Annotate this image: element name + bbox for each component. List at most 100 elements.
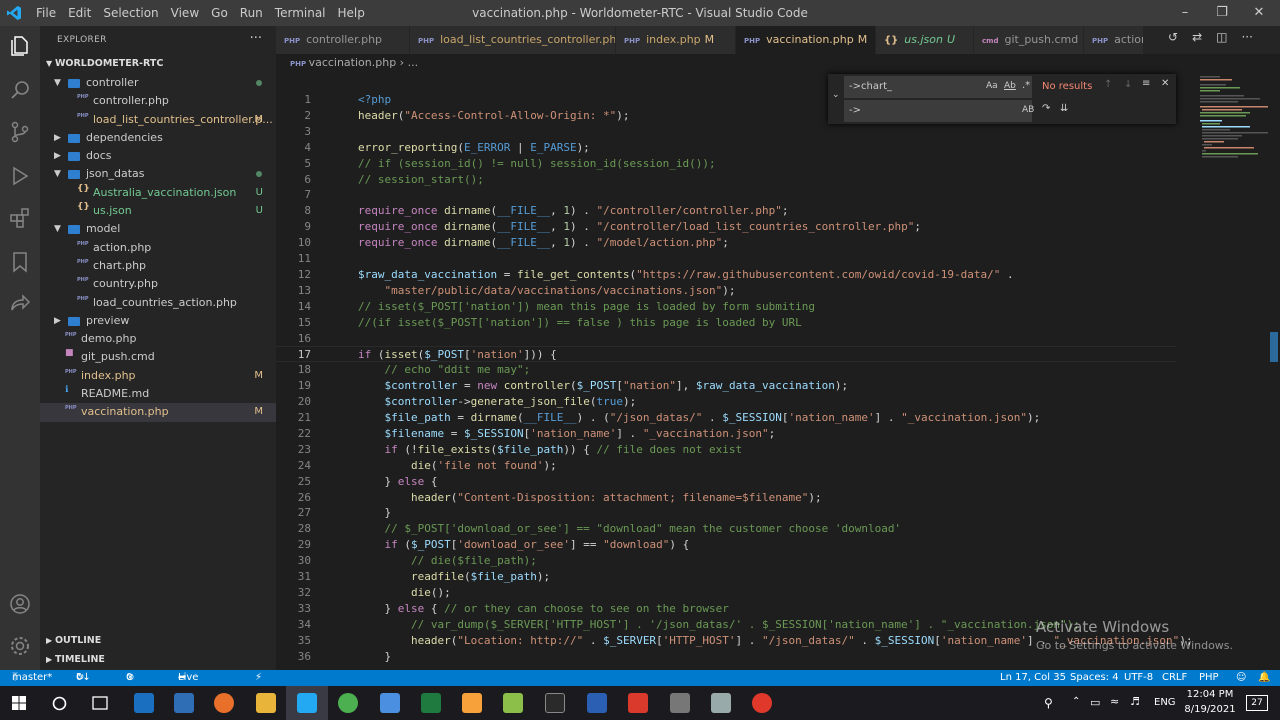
encoding[interactable]: UTF-8 <box>1124 670 1153 686</box>
virtualbox-icon[interactable] <box>380 693 400 713</box>
replace-all-icon[interactable]: ⇊ <box>1060 103 1068 114</box>
compare-icon[interactable]: ⇄ <box>1192 30 1202 50</box>
outline-section[interactable]: ▶ OUTLINE <box>40 631 101 651</box>
folder-item[interactable]: ▼ json_datas <box>40 165 276 183</box>
more-icon[interactable]: ··· <box>1241 30 1252 50</box>
code-line[interactable]: 28 // $_POST['download_or_see'] == "down… <box>276 521 1176 537</box>
acrobat-icon[interactable] <box>628 693 648 713</box>
replace-input[interactable]: -> <box>844 100 1032 122</box>
file-item[interactable]: PHP controller.php <box>40 92 276 110</box>
volume-icon[interactable]: ♬ <box>1130 695 1140 708</box>
file-item[interactable]: PHP load_countries_action.php <box>40 294 276 312</box>
store-icon[interactable] <box>174 693 194 713</box>
indentation[interactable]: Spaces: 4 <box>1070 670 1119 686</box>
file-item[interactable]: {} us.json U <box>40 202 276 220</box>
code-line[interactable]: 10 require_once dirname(__FILE__, 1) . "/… <box>276 235 1176 251</box>
notepad-icon[interactable] <box>711 693 731 713</box>
code-line[interactable]: 24 die('file not found'); <box>276 458 1176 474</box>
source-control-icon[interactable] <box>8 120 32 144</box>
code-line[interactable]: 8 require_once dirname(__FILE__, 1) . "/c… <box>276 203 1176 219</box>
folder-item[interactable]: ▼ controller <box>40 74 276 92</box>
file-item[interactable]: PHP country.php <box>40 275 276 293</box>
menu-help[interactable]: Help <box>332 0 371 26</box>
code-line[interactable]: 22 $filename = $_SESSION['nation_name'] … <box>276 426 1176 442</box>
edge-icon[interactable] <box>134 693 154 713</box>
extensions-icon[interactable] <box>8 206 32 230</box>
split-editor-icon[interactable]: ◫ <box>1216 30 1227 50</box>
file-item[interactable]: PHP load_list_countries_controller.p... M <box>40 111 276 129</box>
clock-date[interactable]: 8/19/2021 <box>1184 704 1236 715</box>
file-explorer-icon[interactable] <box>256 693 276 713</box>
excel-icon[interactable] <box>421 693 441 713</box>
code-line[interactable]: 6 // session_start(); <box>276 172 1176 188</box>
file-item[interactable]: {} Australia_vaccination.json U <box>40 184 276 202</box>
code-line[interactable]: 32 die(); <box>276 585 1176 601</box>
wifi-icon[interactable]: ≈ <box>1110 695 1119 708</box>
code-line[interactable]: 29 if ($_POST['download_or_see'] == "dow… <box>276 537 1176 553</box>
editor-tab[interactable]: PHP index.php M <box>616 26 736 54</box>
file-item[interactable]: PHP vaccination.php M <box>40 403 276 422</box>
language-indicator[interactable]: ENG <box>1154 697 1176 708</box>
code-line[interactable]: 11 <box>276 251 1176 267</box>
file-item[interactable]: PHP demo.php <box>40 330 276 348</box>
code-line[interactable]: 23 if (!file_exists($file_path)) { // fi… <box>276 442 1176 458</box>
recorder-icon[interactable] <box>752 693 772 713</box>
tray-chevron-icon[interactable]: ⌃ <box>1072 696 1080 707</box>
file-item[interactable]: PHP action.php <box>40 239 276 257</box>
code-line[interactable]: 20 $controller->generate_json_file(true)… <box>276 394 1176 410</box>
menu-go[interactable]: Go <box>205 0 234 26</box>
action-center-icon[interactable]: 27 <box>1246 695 1268 711</box>
code-line[interactable]: 15 //(if isset($_POST['nation']) == false… <box>276 315 1176 331</box>
code-line[interactable]: 7 <box>276 187 1176 203</box>
firefox-icon[interactable] <box>214 693 234 713</box>
vertical-scrollbar[interactable] <box>1268 74 1280 670</box>
breadcrumb-file[interactable]: vaccination.php <box>309 56 397 69</box>
more-actions-icon[interactable]: ··· <box>250 26 262 52</box>
file-item[interactable]: ℹ README.md <box>40 385 276 403</box>
explorer-icon[interactable] <box>8 34 32 58</box>
menu-run[interactable]: Run <box>234 0 269 26</box>
code-line[interactable]: 18 // echo "ddit me may"; <box>276 362 1176 378</box>
search-taskbar-icon[interactable] <box>52 696 67 711</box>
replace-icon[interactable]: ↷ <box>1042 103 1050 114</box>
sublime-icon[interactable] <box>462 693 482 713</box>
code-line[interactable]: 14 // isset($_POST['nation']) mean this p… <box>276 299 1176 315</box>
menu-file[interactable]: File <box>30 0 62 26</box>
editor-tab[interactable]: PHPload_list_countries_controller.phpM <box>410 26 616 54</box>
notepad-plus-icon[interactable] <box>503 693 523 713</box>
code-editor[interactable]: 1 <?php 2 header("Access-Control-Allow-Orig… <box>276 74 1280 670</box>
code-line[interactable]: 26 header("Content-Disposition: attachme… <box>276 490 1176 506</box>
code-line[interactable]: 12 $raw_data_vaccination = file_get_conte… <box>276 267 1176 283</box>
language-mode[interactable]: PHP <box>1199 670 1219 686</box>
editor-tab[interactable]: PHP action.p <box>1084 26 1144 54</box>
toggle-replace-icon[interactable]: ⌄ <box>832 90 840 100</box>
code-line[interactable]: 33 } else { // or they can choose to see… <box>276 601 1176 617</box>
menu-view[interactable]: View <box>165 0 205 26</box>
code-line[interactable]: 27 } <box>276 505 1176 521</box>
breadcrumb-more[interactable]: ... <box>408 56 419 69</box>
workspace-header[interactable]: ▼ WORLDOMETER-RTC <box>40 54 276 74</box>
file-item[interactable]: ■ git_push.cmd <box>40 348 276 366</box>
code-line[interactable]: 4 error_reporting(E_ERROR | E_PARSE); <box>276 140 1176 156</box>
run-debug-icon[interactable] <box>8 164 32 188</box>
match-case-icon[interactable]: Aa <box>986 81 998 91</box>
editor-tab[interactable]: cmd git_push.cmd <box>974 26 1084 54</box>
code-line[interactable]: 21 $file_path = dirname(__FILE__) . ("/j… <box>276 410 1176 426</box>
folder-item[interactable]: ▶ dependencies <box>40 129 276 147</box>
next-match-icon[interactable]: ↓ <box>1124 79 1132 90</box>
code-line[interactable]: 19 $controller = new controller($_POST["… <box>276 378 1176 394</box>
editor-tab[interactable]: PHPvaccination.phpM ✕ <box>736 26 876 54</box>
search-icon[interactable] <box>8 78 32 102</box>
folder-item[interactable]: ▶ preview <box>40 312 276 330</box>
editor-tab[interactable]: {} us.json U <box>876 26 974 54</box>
vscode-taskbar-active[interactable] <box>286 686 328 720</box>
terminal-icon[interactable] <box>545 693 565 713</box>
windows-start-icon[interactable] <box>12 696 26 710</box>
minimize-button[interactable]: – <box>1168 0 1202 26</box>
previous-match-icon[interactable]: ↑ <box>1104 79 1112 90</box>
end-of-line[interactable]: CRLF <box>1162 670 1187 686</box>
menu-selection[interactable]: Selection <box>97 0 164 26</box>
regex-icon[interactable]: .* <box>1022 80 1030 91</box>
code-line[interactable]: 16 <box>276 331 1176 347</box>
task-view-icon[interactable] <box>92 696 108 710</box>
